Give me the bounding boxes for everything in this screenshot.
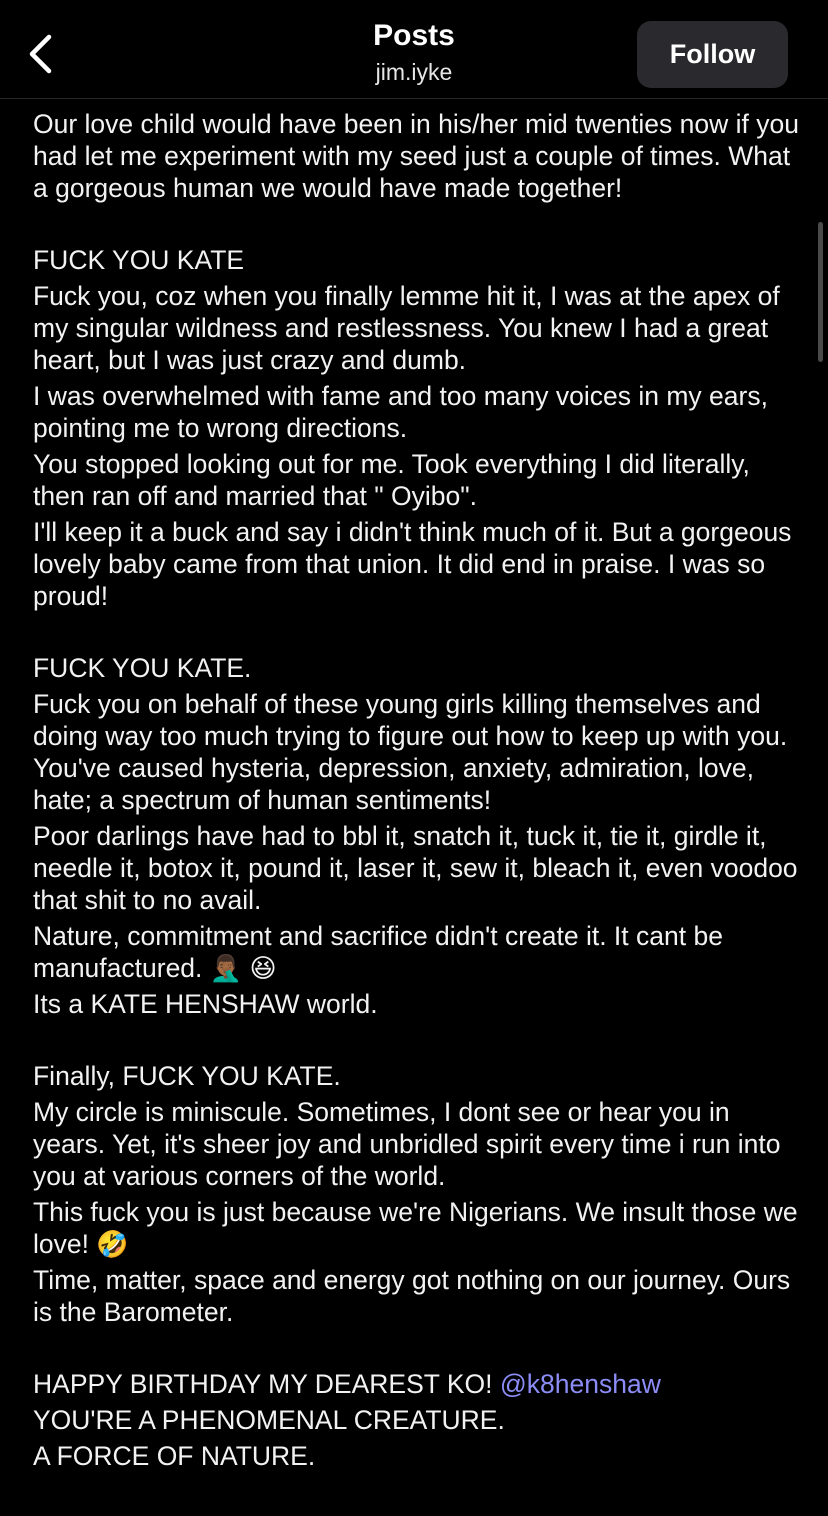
caption-paragraph: Poor darlings have had to bbl it, snatch… bbox=[33, 821, 798, 915]
caption-text: This fuck you is just because we're Nige… bbox=[33, 1197, 798, 1259]
caption-paragraph: A FORCE OF NATURE. bbox=[33, 1441, 316, 1471]
caption-paragraph: You stopped looking out for me. Took eve… bbox=[33, 449, 750, 511]
scrollbar[interactable] bbox=[818, 222, 823, 362]
caption-paragraph: Its a KATE HENSHAW world. bbox=[33, 989, 378, 1019]
caption-paragraph: Time, matter, space and energy got nothi… bbox=[33, 1265, 791, 1327]
caption-paragraph: Our love child would have been in his/he… bbox=[33, 109, 799, 203]
caption-text: HAPPY BIRTHDAY MY DEAREST KO! bbox=[33, 1369, 493, 1399]
caption-paragraph: I was overwhelmed with fame and too many… bbox=[33, 381, 768, 443]
caption-paragraph: Fuck you on behalf of these young girls … bbox=[33, 689, 788, 815]
facepalm-emoji: 🤦🏾‍♂️ bbox=[209, 953, 243, 983]
caption-heading: FUCK YOU KATE. bbox=[33, 653, 252, 683]
caption-paragraph: My circle is miniscule. Sometimes, I don… bbox=[33, 1097, 781, 1191]
post-caption: Our love child would have been in his/he… bbox=[33, 108, 803, 1476]
mention-link[interactable]: @k8henshaw bbox=[500, 1369, 661, 1399]
top-bar: Posts jim.iyke Follow bbox=[0, 0, 828, 99]
caption-paragraph: HAPPY BIRTHDAY MY DEAREST KO! @k8henshaw bbox=[33, 1368, 803, 1400]
laughing-emoji: 😆 bbox=[249, 953, 277, 983]
caption-heading: Finally, FUCK YOU KATE. bbox=[33, 1061, 341, 1091]
caption-paragraph: I'll keep it a buck and say i didn't thi… bbox=[33, 517, 792, 611]
caption-paragraph: Fuck you, coz when you finally lemme hit… bbox=[33, 281, 780, 375]
caption-paragraph: Nature, commitment and sacrifice didn't … bbox=[33, 920, 803, 984]
rofl-emoji: 🤣 bbox=[96, 1229, 129, 1259]
follow-button[interactable]: Follow bbox=[637, 21, 788, 88]
caption-paragraph: YOU'RE A PHENOMENAL CREATURE. bbox=[33, 1405, 505, 1435]
caption-paragraph: This fuck you is just because we're Nige… bbox=[33, 1196, 803, 1260]
caption-heading: FUCK YOU KATE bbox=[33, 245, 245, 275]
caption-text: Nature, commitment and sacrifice didn't … bbox=[33, 921, 723, 983]
